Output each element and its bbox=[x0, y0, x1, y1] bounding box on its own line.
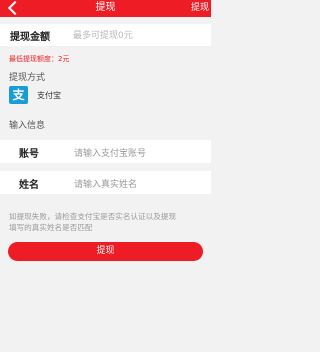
withdraw-notice: 如提现失败，请检查支付宝是否实名认证以及提现 填写的真实姓名是否匹配 bbox=[9, 211, 214, 233]
withdraw-amount-row: 提现金额 最多可提现0元 bbox=[0, 24, 211, 46]
notice-line-1: 如提现失败，请检查支付宝是否实名认证以及提现 bbox=[9, 212, 177, 221]
page-title: 提现 bbox=[95, 2, 116, 13]
account-row: 账号 请输入支付宝账号 bbox=[0, 140, 211, 163]
minimum-amount-note: 最低提现额度：2元 bbox=[9, 55, 70, 63]
header-bar: 提现 提现 bbox=[0, 0, 211, 17]
input-info-label: 输入信息 bbox=[9, 121, 46, 131]
withdraw-amount-input[interactable]: 最多可提现0元 bbox=[73, 28, 133, 41]
withdraw-button[interactable]: 提现 bbox=[8, 242, 203, 261]
header-right-link[interactable]: 提现 bbox=[191, 1, 209, 15]
name-input[interactable]: 请输入真实姓名 bbox=[74, 177, 137, 190]
withdraw-amount-label: 提现金额 bbox=[10, 32, 50, 43]
alipay-label: 支付宝 bbox=[37, 91, 61, 100]
name-row: 姓名 请输入真实姓名 bbox=[0, 171, 211, 194]
account-label: 账号 bbox=[19, 149, 39, 160]
alipay-icon: 支 bbox=[9, 86, 28, 104]
name-label: 姓名 bbox=[19, 180, 39, 191]
notice-line-2: 填写的真实姓名是否匹配 bbox=[9, 223, 93, 232]
account-input[interactable]: 请输入支付宝账号 bbox=[74, 146, 146, 159]
withdraw-method-label: 提现方式 bbox=[9, 73, 46, 83]
